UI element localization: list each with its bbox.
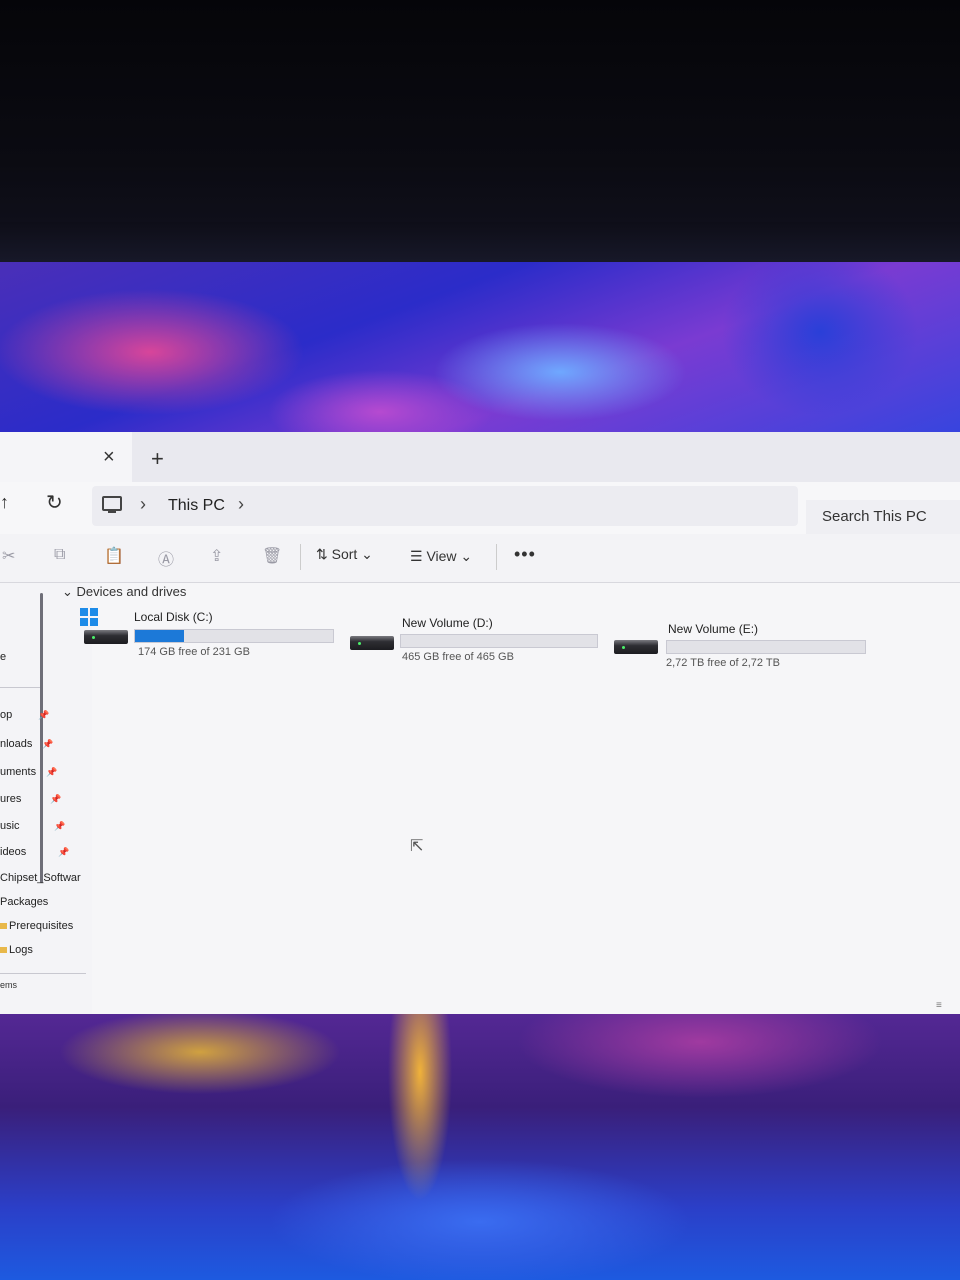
hard-drive-icon	[350, 636, 394, 650]
close-tab-icon[interactable]: ×	[103, 446, 115, 469]
drive-usage-bar	[134, 629, 334, 643]
sidebar-item-label: Prerequisites	[9, 920, 74, 932]
drive-usage-bar	[666, 640, 866, 654]
drive-free-space: 465 GB free of 465 GB	[402, 651, 514, 663]
sidebar-divider	[0, 973, 86, 974]
copy-icon[interactable]: ⧉	[54, 546, 65, 564]
sort-button[interactable]: ⇅ Sort ⌄	[316, 546, 373, 563]
windows-logo-icon	[80, 608, 98, 626]
cut-icon[interactable]: ✂	[2, 546, 15, 566]
new-tab-icon[interactable]: +	[151, 446, 164, 472]
drive-free-space: 2,72 TB free of 2,72 TB	[666, 657, 780, 669]
drive-name: Local Disk (C:)	[134, 610, 213, 624]
computer-icon	[102, 496, 122, 513]
command-separator	[300, 544, 301, 570]
hard-drive-icon	[84, 630, 128, 644]
sidebar-scrollbar[interactable]	[40, 593, 43, 883]
drive-c[interactable]: Local Disk (C:) 174 GB free of 231 GB	[80, 608, 340, 668]
sidebar-item-logs[interactable]: Logs	[0, 944, 33, 956]
details-view-icon[interactable]: ≡	[936, 1000, 942, 1011]
sidebar-item-documents[interactable]: uments	[0, 766, 36, 778]
sidebar-item-pictures[interactable]: ures	[0, 793, 21, 805]
drive-d[interactable]: New Volume (D:) 465 GB free of 465 GB	[348, 616, 608, 676]
drive-e[interactable]: New Volume (E:) 2,72 TB free of 2,72 TB	[612, 622, 882, 682]
pin-icon: 📌	[42, 739, 54, 749]
pin-icon: 📌	[50, 794, 62, 804]
sidebar-item-label: Logs	[9, 944, 33, 956]
search-input[interactable]: Search This PC	[806, 500, 960, 535]
pin-icon: 📌	[38, 710, 50, 720]
sidebar-item-chipset-software[interactable]: Chipset_Softwar	[0, 872, 81, 884]
folder-icon	[0, 923, 7, 930]
drive-free-space: 174 GB free of 231 GB	[138, 646, 250, 658]
navigation-pane: e op 📌 nloads 📌 uments 📌 ures 📌 usic 📌 i…	[0, 583, 92, 1014]
command-separator	[496, 544, 497, 570]
more-options-button[interactable]: •••	[514, 544, 536, 565]
pin-icon: 📌	[46, 767, 58, 777]
drive-name: New Volume (D:)	[402, 616, 493, 630]
refresh-icon[interactable]: ↻	[46, 490, 63, 515]
sidebar-item-home[interactable]: e	[0, 651, 6, 663]
desktop-wallpaper-bottom	[0, 992, 960, 1280]
view-button[interactable]: ☰ View ⌄	[410, 548, 472, 565]
folder-icon	[0, 947, 7, 954]
hard-drive-icon	[614, 640, 658, 654]
status-bar-text: ems	[0, 980, 18, 990]
sidebar-item-packages[interactable]: Packages	[0, 896, 48, 908]
title-bar: × +	[0, 432, 960, 482]
drive-name: New Volume (E:)	[668, 622, 759, 636]
sidebar-item-prerequisites[interactable]: Prerequisites	[0, 920, 73, 932]
chevron-right-icon[interactable]: ›	[238, 494, 244, 515]
chevron-right-icon[interactable]: ›	[140, 494, 146, 515]
file-explorer-window: × + ↑ ↻ › This PC › Search This PC ✂ ⧉ 📋…	[0, 432, 960, 1014]
breadcrumb-this-pc[interactable]: This PC	[168, 497, 225, 515]
breadcrumb[interactable]: › This PC ›	[92, 486, 798, 526]
paste-icon[interactable]: 📋	[104, 546, 124, 566]
pin-icon: 📌	[54, 821, 66, 831]
drive-usage-bar	[400, 634, 598, 648]
search-placeholder: Search This PC	[822, 508, 927, 525]
sidebar-item-desktop[interactable]: op	[0, 709, 12, 721]
sidebar-item-music[interactable]: usic	[0, 820, 20, 832]
mouse-cursor-icon: ⇱	[410, 838, 424, 855]
up-arrow-icon[interactable]: ↑	[0, 492, 9, 513]
delete-icon[interactable]: 🗑	[262, 546, 282, 566]
drive-usage-fill	[135, 630, 184, 642]
section-devices-and-drives[interactable]: ⌄ Devices and drives	[62, 584, 186, 600]
tab-this-pc[interactable]: ×	[0, 432, 132, 482]
rename-icon[interactable]: Ⓐ	[158, 546, 174, 570]
sidebar-item-videos[interactable]: ideos	[0, 846, 26, 858]
sidebar-item-downloads[interactable]: nloads	[0, 738, 32, 750]
share-icon[interactable]: ⇪	[210, 546, 223, 566]
command-bar: ✂ ⧉ 📋 Ⓐ ⇪ 🗑 ⇅ Sort ⌄ ☰ View ⌄ •••	[0, 534, 960, 583]
sidebar-divider	[0, 687, 40, 688]
pin-icon: 📌	[58, 847, 70, 857]
address-bar: ↑ ↻ › This PC › Search This PC	[0, 482, 960, 535]
